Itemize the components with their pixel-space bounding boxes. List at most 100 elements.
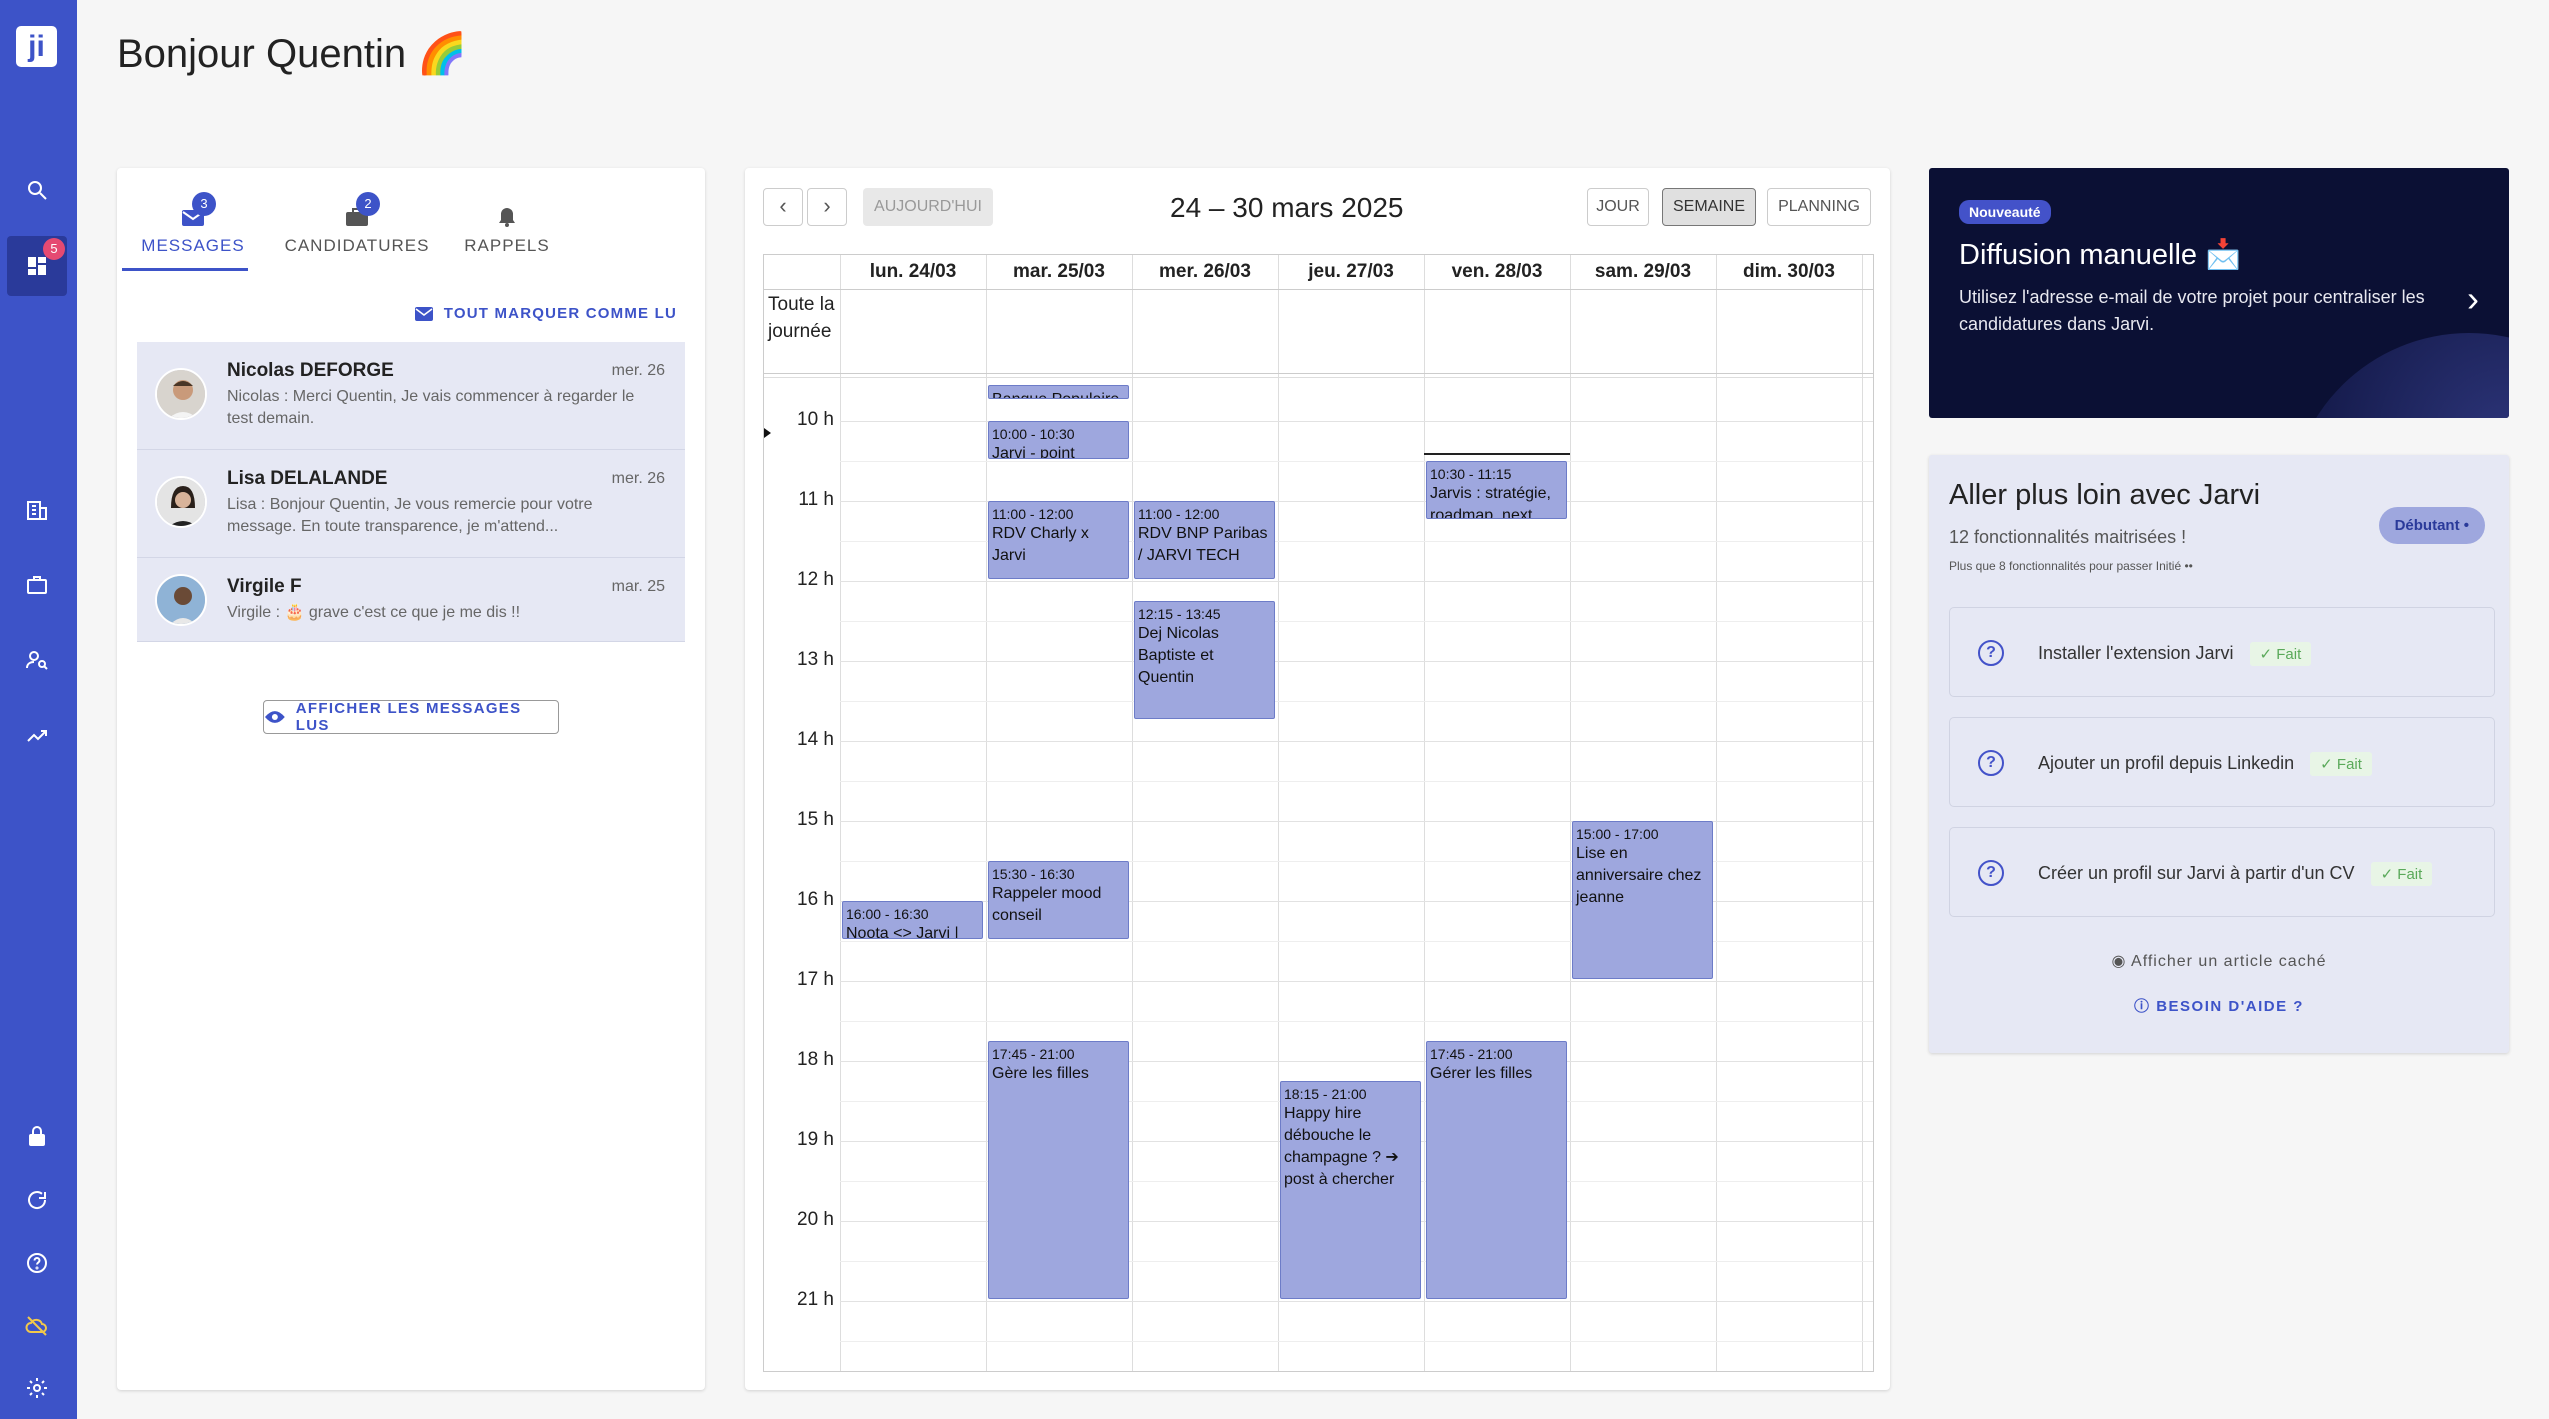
day-header[interactable]: mar. 25/03 — [986, 255, 1132, 289]
prev-week-button[interactable]: ‹ — [763, 188, 803, 226]
tab-label: RAPPELS — [464, 236, 550, 255]
half-hour-line — [840, 1021, 1873, 1022]
event-title: Rappeler mood conseil — [992, 885, 1102, 924]
calendar-event[interactable]: 10:00 - 10:30 Jarvi - point — [988, 421, 1129, 459]
done-badge: ✓ Fait — [2310, 752, 2372, 776]
promo-title-text: Diffusion manuelle — [1959, 239, 2198, 271]
tab-rappels[interactable]: RAPPELS — [427, 206, 587, 256]
promo-banner[interactable]: Nouveauté Diffusion manuelle 📩 Utilisez … — [1929, 168, 2509, 418]
day-column-divider — [840, 255, 841, 1371]
tab-label: MESSAGES — [141, 236, 245, 255]
new-badge: Nouveauté — [1959, 200, 2051, 224]
help-button[interactable]: ⓘ BESOIN D'AIDE ? — [1929, 995, 2509, 1016]
calendar-event[interactable]: 11:00 - 12:00 RDV Charly x Jarvi — [988, 501, 1129, 579]
lock-icon[interactable] — [17, 1116, 57, 1156]
feature-item[interactable]: ? Créer un profil sur Jarvi à partir d'u… — [1949, 827, 2495, 917]
day-header[interactable]: sam. 29/03 — [1570, 255, 1716, 289]
mailbox-icon: 📩 — [2205, 239, 2242, 271]
event-title: Noota <> Jarvi | — [846, 925, 959, 939]
help-icon[interactable] — [17, 1243, 57, 1283]
chevron-right-icon[interactable]: › — [2467, 278, 2479, 320]
calendar-event[interactable]: 18:15 - 21:00 Happy hire débouche le cham… — [1280, 1081, 1421, 1299]
half-hour-line — [840, 621, 1873, 622]
hour-label: 21 h — [797, 1289, 834, 1310]
chevron-right-icon: › — [823, 193, 831, 218]
feature-label: Créer un profil sur Jarvi à partir d'un … — [2038, 863, 2355, 883]
show-hidden-article-button[interactable]: ◉ Afficher un article caché — [1929, 951, 2509, 971]
event-title: RDV BNP Paribas / JARVI TECH — [1138, 525, 1268, 564]
mark-read-icon — [414, 306, 433, 321]
building-icon[interactable] — [17, 490, 57, 530]
feature-item[interactable]: ? Ajouter un profil depuis Linkedin ✓ Fai… — [1949, 717, 2495, 807]
show-read-messages-button[interactable]: AFFICHER LES MESSAGES LUS — [263, 700, 559, 734]
calendar-grid: Toute la journée lun. 24/03 mar. 25/03 mer… — [763, 254, 1874, 1372]
calendar-event[interactable]: 17:45 - 21:00 Gère les filles — [988, 1041, 1129, 1299]
hour-line — [840, 981, 1873, 982]
gear-icon[interactable] — [17, 1368, 57, 1408]
event-title: RDV Charly x Jarvi — [992, 525, 1089, 564]
message-item[interactable]: Nicolas DEFORGE mer. 26 Nicolas : Merci … — [137, 342, 685, 450]
hour-label: 15 h — [797, 809, 834, 830]
view-planning-button[interactable]: PLANNING — [1767, 188, 1871, 226]
app-logo[interactable]: ji — [16, 26, 57, 67]
today-button[interactable]: AUJOURD'HUI — [863, 188, 993, 226]
help-icon: ⓘ — [2134, 998, 2157, 1015]
day-column-divider — [1424, 255, 1425, 1371]
message-item[interactable]: Virgile F mar. 25 Virgile : 🎂 grave c'es… — [137, 558, 685, 642]
event-time: 16:00 - 16:30 — [846, 906, 929, 922]
done-badge: ✓ Fait — [2249, 642, 2312, 666]
hour-line — [840, 581, 1873, 582]
hour-line — [840, 661, 1873, 662]
day-header[interactable]: lun. 24/03 — [840, 255, 986, 289]
day-header[interactable]: dim. 30/03 — [1716, 255, 1862, 289]
hour-label: 14 h — [797, 729, 834, 750]
calendar-event[interactable]: 15:30 - 16:30 Rappeler mood conseil — [988, 861, 1129, 939]
half-hour-line — [840, 701, 1873, 702]
calendar-event[interactable]: Banque Populaire — [988, 385, 1129, 399]
view-week-button[interactable]: SEMAINE — [1662, 188, 1756, 226]
half-hour-line — [840, 1341, 1873, 1342]
now-line — [1424, 453, 1570, 455]
event-time: 15:30 - 16:30 — [992, 866, 1075, 882]
mail-icon: 3 — [180, 192, 216, 228]
event-title: Jarvis : stratégie, roadmap, next — [1430, 485, 1551, 519]
eye-icon: ◉ — [2111, 953, 2132, 970]
event-time: 11:00 - 12:00 — [1138, 506, 1220, 522]
calendar-event[interactable]: 17:45 - 21:00 Gérer les filles — [1426, 1041, 1567, 1299]
cloud-off-icon[interactable] — [17, 1306, 57, 1346]
message-preview: Lisa : Bonjour Quentin, Je vous remercie… — [227, 496, 593, 535]
calendar-event[interactable]: 12:15 - 13:45 Dej Nicolas Baptiste et Que… — [1134, 601, 1275, 719]
calendar-event[interactable]: 10:30 - 11:15 Jarvis : stratégie, roadmap… — [1426, 461, 1567, 519]
message-date: mer. 26 — [611, 470, 665, 487]
hour-label: 13 h — [797, 649, 834, 670]
mark-all-read-button[interactable]: TOUT MARQUER COMME LU — [414, 305, 677, 322]
event-title: Banque Populaire — [992, 389, 1125, 398]
day-header[interactable]: jeu. 27/03 — [1278, 255, 1424, 289]
calendar-event[interactable]: 16:00 - 16:30 Noota <> Jarvi | — [842, 901, 983, 939]
feature-item[interactable]: ? Installer l'extension Jarvi ✓ Fait — [1949, 607, 2495, 697]
bell-icon — [494, 206, 520, 228]
message-date: mer. 26 — [611, 362, 665, 379]
notification-badge: 5 — [43, 238, 65, 260]
calendar-event[interactable]: 11:00 - 12:00 RDV BNP Paribas / JARVI TEC… — [1134, 501, 1275, 579]
hour-label: 17 h — [797, 969, 834, 990]
day-header[interactable]: mer. 26/03 — [1132, 255, 1278, 289]
next-week-button[interactable]: › — [807, 188, 847, 226]
promo-description: Utilisez l'adresse e-mail de votre proje… — [1959, 287, 2425, 334]
dashboard-icon[interactable]: 5 — [7, 236, 67, 296]
tab-candidatures[interactable]: 2 CANDIDATURES — [262, 192, 452, 256]
briefcase-icon[interactable] — [17, 565, 57, 605]
trend-icon[interactable] — [17, 715, 57, 755]
search-icon[interactable] — [17, 170, 57, 210]
grid-divider — [764, 377, 1873, 378]
message-item[interactable]: Lisa DELALANDE mer. 26 Lisa : Bonjour Qu… — [137, 450, 685, 558]
hour-label: 22 h — [764, 1369, 834, 1371]
onboarding-subtitle: 12 fonctionnalités maitrisées ! — [1949, 527, 2187, 547]
person-search-icon[interactable] — [17, 640, 57, 680]
refresh-icon[interactable] — [17, 1180, 57, 1220]
calendar-event[interactable]: 15:00 - 17:00 Lise en anniversaire chez j… — [1572, 821, 1713, 979]
day-header[interactable]: ven. 28/03 — [1424, 255, 1570, 289]
view-day-button[interactable]: JOUR — [1587, 188, 1649, 226]
feature-label: Installer l'extension Jarvi — [2038, 643, 2234, 663]
tab-messages[interactable]: 3 MESSAGES — [137, 192, 249, 256]
